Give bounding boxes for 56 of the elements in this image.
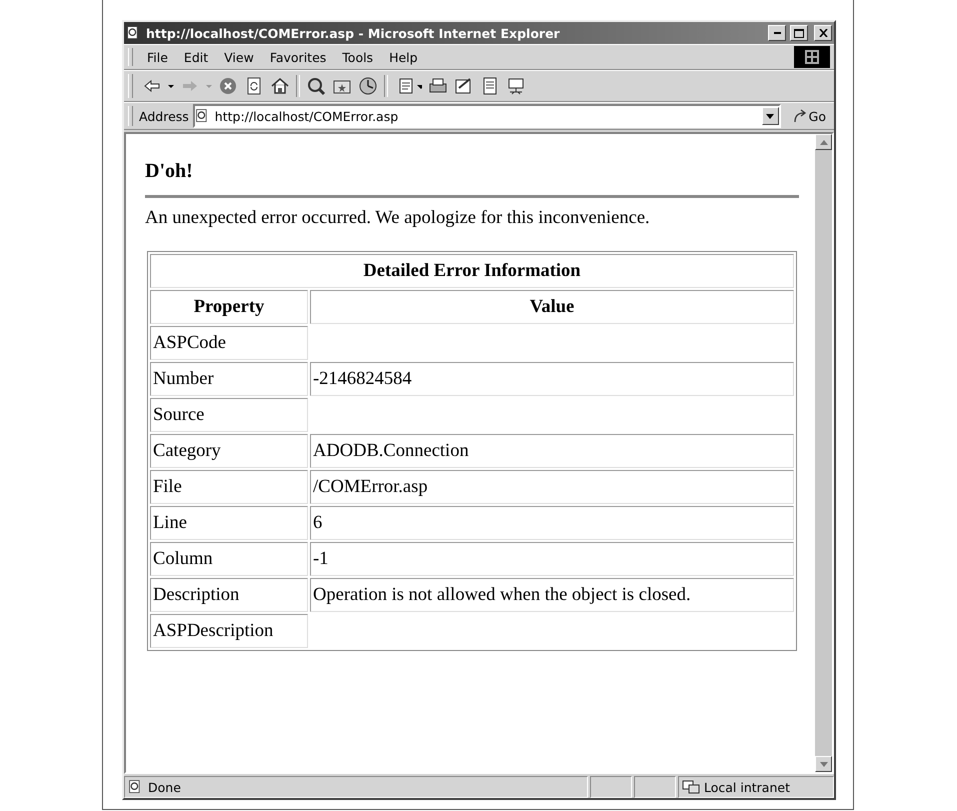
caret-icon <box>766 114 774 118</box>
address-dropdown-button[interactable] <box>762 107 779 125</box>
column-header: Value <box>310 290 794 324</box>
table-caption: Detailed Error Information <box>150 254 794 288</box>
zone-text: Local intranet <box>704 780 790 794</box>
network-icon <box>506 76 526 96</box>
error-message: An unexpected error occurred. We apologize for this inconvenience. <box>145 208 651 229</box>
search-icon <box>306 76 326 96</box>
table-cell: Line <box>150 506 308 540</box>
caret-icon <box>206 84 212 88</box>
scroll-down-button[interactable] <box>815 756 832 772</box>
table-cell: Source <box>150 398 308 432</box>
stop-icon <box>218 76 238 96</box>
menu-item[interactable]: Favorites <box>262 46 334 68</box>
status-pane <box>590 776 632 798</box>
close-icon <box>818 29 828 37</box>
maximize-button[interactable] <box>790 25 808 41</box>
table-cell: ASPCode <box>150 326 308 360</box>
windows-logo-icon <box>794 46 830 68</box>
table-cell: -2146824584 <box>310 362 794 396</box>
column-header: Property <box>150 290 308 324</box>
down-arrow-icon <box>820 762 828 766</box>
table-cell: 6 <box>310 506 794 540</box>
table-cell: -1 <box>310 542 794 576</box>
address-field[interactable]: http://localhost/COMError.asp <box>192 104 781 128</box>
minimize-icon <box>774 32 780 34</box>
go-button[interactable]: Go <box>780 108 830 124</box>
status-pane <box>634 776 676 798</box>
table-cell: Operation is not allowed when the object is closed. <box>310 578 794 612</box>
close-button[interactable] <box>814 25 832 41</box>
menu-item[interactable]: File <box>139 46 176 68</box>
menu-item[interactable]: Tools <box>334 46 382 68</box>
table-cell: Description <box>150 578 308 612</box>
minimize-button[interactable] <box>768 25 786 41</box>
address-label: Address <box>139 108 190 124</box>
table-cell: File <box>150 470 308 504</box>
clock-icon <box>358 76 378 96</box>
menu-item[interactable]: Help <box>381 46 426 68</box>
page-heading: D'oh! <box>145 160 194 183</box>
table-cell: /COMError.asp <box>310 470 794 504</box>
scroll-up-button[interactable] <box>815 134 832 150</box>
table-cell: ADODB.Connection <box>310 434 794 468</box>
window-title: http://localhost/COMError.asp - Microsoft Internet Explorer <box>146 26 561 40</box>
table-cell: ASPDescription <box>150 614 308 648</box>
menu-item[interactable]: View <box>216 46 262 68</box>
menu-item[interactable]: Edit <box>176 46 216 68</box>
go-arrow-icon <box>792 109 807 123</box>
caret-icon <box>168 84 174 88</box>
up-arrow-icon <box>820 140 828 144</box>
status-text: Done <box>148 780 181 794</box>
intranet-icon <box>682 779 700 795</box>
table-cell: Category <box>150 434 308 468</box>
table-cell: Number <box>150 362 308 396</box>
maximize-icon <box>794 28 804 38</box>
home-icon <box>270 76 290 96</box>
table-cell: Column <box>150 542 308 576</box>
